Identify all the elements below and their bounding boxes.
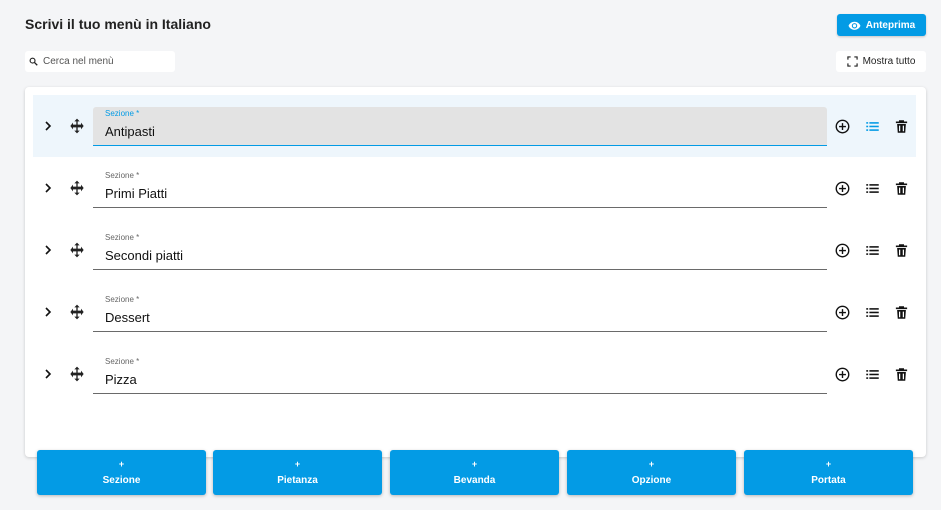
chevron-right-icon[interactable]: [42, 120, 54, 132]
add-item-button[interactable]: [835, 243, 850, 258]
trash-icon: [895, 120, 908, 133]
delete-button[interactable]: [894, 243, 909, 258]
chevron-right-icon[interactable]: [42, 368, 54, 380]
section-row: Sezione *: [33, 219, 916, 281]
preview-button[interactable]: Anteprima: [837, 14, 926, 36]
add-option-label: Opzione: [631, 475, 672, 486]
section-field[interactable]: Sezione *: [93, 293, 827, 332]
add-course-button[interactable]: + Portata: [744, 450, 913, 495]
add-item-button[interactable]: [835, 119, 850, 134]
section-name-input[interactable]: [105, 308, 805, 326]
eye-icon: [848, 21, 861, 30]
section-row: Sezione *: [33, 157, 916, 219]
add-option-button[interactable]: + Opzione: [567, 450, 736, 495]
section-name-input[interactable]: [105, 370, 805, 388]
plus-icon: +: [825, 459, 832, 469]
add-section-label: Sezione: [102, 475, 141, 486]
menu-sections-card: Sezione * Sezione * Sezione * Sezio: [25, 87, 926, 457]
section-field-label: Sezione *: [105, 233, 140, 242]
section-row: Sezione *: [33, 95, 916, 157]
list-button[interactable]: [865, 181, 880, 196]
search-icon: [29, 57, 38, 66]
add-section-button[interactable]: + Sezione: [37, 450, 206, 495]
trash-icon: [895, 182, 908, 195]
trash-icon: [895, 368, 908, 381]
plus-icon: +: [471, 459, 478, 469]
move-icon[interactable]: [69, 366, 85, 382]
section-field[interactable]: Sezione *: [93, 169, 827, 208]
list-icon: [866, 184, 879, 193]
list-button[interactable]: [865, 367, 880, 382]
move-icon[interactable]: [69, 242, 85, 258]
fullscreen-icon: [846, 56, 858, 67]
section-field-label: Sezione *: [105, 171, 140, 180]
chevron-right-icon[interactable]: [42, 244, 54, 256]
section-name-input[interactable]: [105, 122, 805, 140]
add-drink-label: Bevanda: [453, 475, 496, 486]
expand-all-button[interactable]: Mostra tutto: [836, 51, 926, 72]
chevron-right-icon[interactable]: [42, 306, 54, 318]
page-title: Scrivi il tuo menù in Italiano: [25, 16, 211, 32]
section-field-label: Sezione *: [105, 357, 140, 366]
section-row: Sezione *: [33, 281, 916, 343]
add-item-button[interactable]: [835, 305, 850, 320]
move-icon[interactable]: [69, 304, 85, 320]
add-item-button[interactable]: [835, 181, 850, 196]
add-circle-icon: [835, 243, 850, 258]
plus-icon: +: [648, 459, 655, 469]
add-drink-button[interactable]: + Bevanda: [390, 450, 559, 495]
move-icon[interactable]: [69, 180, 85, 196]
search-input[interactable]: [43, 56, 168, 67]
section-field-label: Sezione *: [105, 295, 140, 304]
search-box[interactable]: [25, 51, 175, 72]
section-name-input[interactable]: [105, 246, 805, 264]
add-circle-icon: [835, 367, 850, 382]
section-row: Sezione *: [33, 343, 916, 405]
plus-icon: +: [118, 459, 125, 469]
section-field[interactable]: Sezione *: [93, 107, 827, 146]
add-dish-button[interactable]: + Pietanza: [213, 450, 382, 495]
delete-button[interactable]: [894, 119, 909, 134]
list-button[interactable]: [865, 119, 880, 134]
delete-button[interactable]: [894, 367, 909, 382]
move-icon[interactable]: [69, 118, 85, 134]
delete-button[interactable]: [894, 181, 909, 196]
add-course-label: Portata: [811, 475, 846, 486]
add-circle-icon: [835, 119, 850, 134]
section-field[interactable]: Sezione *: [93, 231, 827, 270]
add-circle-icon: [835, 181, 850, 196]
list-icon: [866, 122, 879, 131]
section-field[interactable]: Sezione *: [93, 355, 827, 394]
list-icon: [866, 370, 879, 379]
add-dish-label: Pietanza: [277, 475, 318, 486]
list-icon: [866, 308, 879, 317]
chevron-right-icon[interactable]: [42, 182, 54, 194]
trash-icon: [895, 306, 908, 319]
add-circle-icon: [835, 305, 850, 320]
section-field-label: Sezione *: [105, 109, 140, 118]
section-name-input[interactable]: [105, 184, 805, 202]
list-icon: [866, 246, 879, 255]
expand-all-label: Mostra tutto: [862, 56, 916, 67]
add-item-button[interactable]: [835, 367, 850, 382]
preview-label: Anteprima: [865, 19, 916, 31]
trash-icon: [895, 244, 908, 257]
delete-button[interactable]: [894, 305, 909, 320]
list-button[interactable]: [865, 243, 880, 258]
list-button[interactable]: [865, 305, 880, 320]
plus-icon: +: [294, 459, 301, 469]
